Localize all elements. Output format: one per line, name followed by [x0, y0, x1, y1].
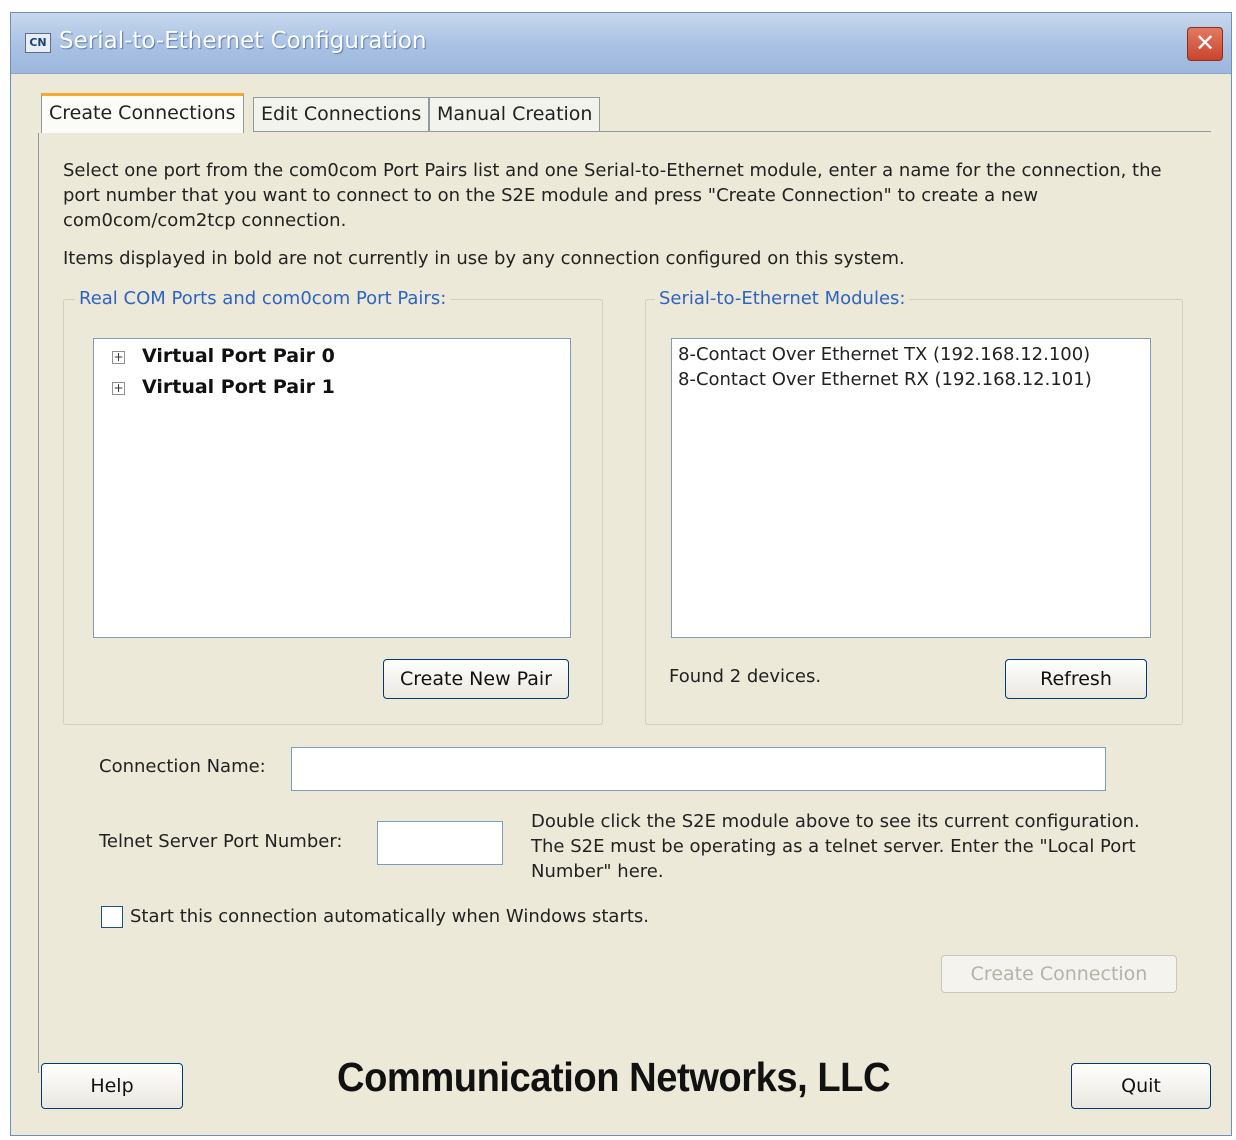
tab-edit-connections[interactable]: Edit Connections [253, 97, 430, 131]
telnet-port-input[interactable] [377, 821, 503, 865]
app-logo-icon: CN [25, 33, 51, 53]
autostart-label[interactable]: Start this connection automatically when… [130, 904, 649, 929]
button-label: Create New Pair [400, 668, 552, 690]
button-label: Help [90, 1075, 134, 1097]
connection-name-input[interactable] [291, 747, 1106, 791]
list-item[interactable]: 8-Contact Over Ethernet TX (192.168.12.1… [678, 344, 1090, 365]
list-item[interactable]: 8-Contact Over Ethernet RX (192.168.12.1… [678, 369, 1092, 390]
create-new-pair-button[interactable]: Create New Pair [383, 659, 569, 699]
company-brand-text: Communication Networks, LLC [337, 1054, 891, 1100]
quit-button[interactable]: Quit [1071, 1063, 1211, 1109]
tab-label: Edit Connections [261, 103, 422, 125]
port-pairs-tree[interactable]: + Virtual Port Pair 0 + Virtual Port Pai… [93, 338, 571, 638]
expand-icon[interactable]: + [112, 382, 125, 395]
telnet-help-text: Double click the S2E module above to see… [531, 811, 1140, 882]
close-button[interactable]: ✕ [1187, 27, 1223, 61]
button-label: Refresh [1040, 668, 1112, 690]
window-title: Serial-to-Ethernet Configuration [59, 28, 427, 54]
create-connection-button[interactable]: Create Connection [941, 955, 1177, 993]
device-count-status: Found 2 devices. [669, 666, 822, 687]
tab-create-connections[interactable]: Create Connections [41, 93, 244, 133]
main-window: CN Serial-to-Ethernet Configuration ✕ Cr… [10, 12, 1232, 1136]
expand-icon[interactable]: + [112, 351, 125, 364]
instructions-text: Select one port from the com0com Port Pa… [63, 160, 1162, 231]
ports-group-label: Real COM Ports and com0com Port Pairs: [75, 288, 451, 309]
autostart-checkbox[interactable] [101, 906, 123, 928]
tab-label: Create Connections [49, 102, 236, 124]
s2e-modules-list[interactable]: 8-Contact Over Ethernet TX (192.168.12.1… [671, 338, 1151, 638]
title-bar[interactable]: CN Serial-to-Ethernet Configuration ✕ [11, 13, 1231, 74]
tree-item-label: Virtual Port Pair 1 [142, 376, 335, 398]
modules-group-label: Serial-to-Ethernet Modules: [655, 288, 910, 309]
tree-item-label: Virtual Port Pair 0 [142, 345, 335, 367]
tab-label: Manual Creation [437, 103, 593, 125]
button-label: Quit [1121, 1075, 1161, 1097]
tab-manual-creation[interactable]: Manual Creation [429, 97, 601, 131]
refresh-button[interactable]: Refresh [1005, 659, 1147, 699]
bold-items-note: Items displayed in bold are not currentl… [63, 248, 905, 269]
button-label: Create Connection [970, 963, 1148, 985]
connection-name-label: Connection Name: [99, 756, 266, 777]
telnet-port-label: Telnet Server Port Number: [99, 831, 343, 852]
tab-strip-border [253, 131, 1211, 132]
help-button[interactable]: Help [41, 1063, 183, 1109]
